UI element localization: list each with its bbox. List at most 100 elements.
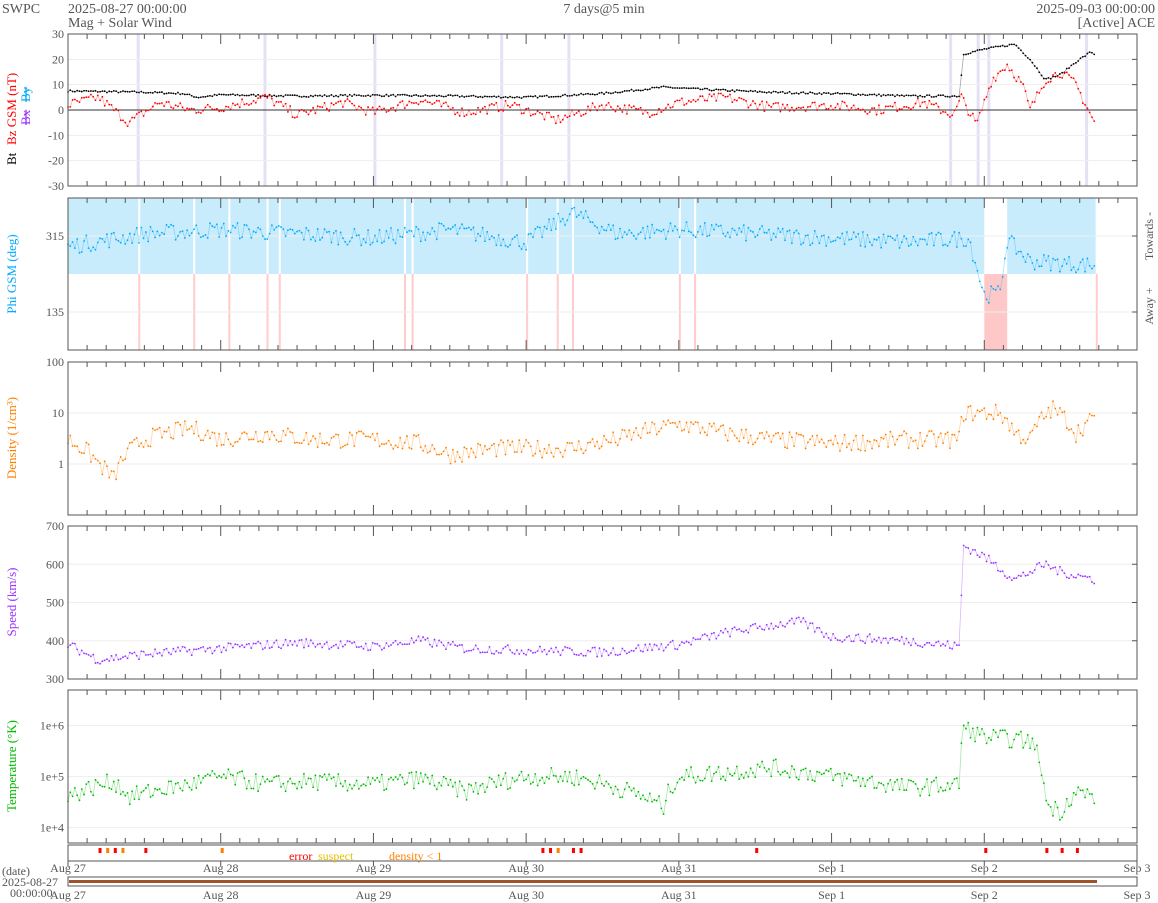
- data-point: [548, 111, 550, 114]
- end-time: 2025-09-03 00:00:00: [1036, 2, 1155, 17]
- data-point: [928, 233, 931, 235]
- data-point: [628, 229, 631, 232]
- data-point: [80, 90, 83, 93]
- data-point: [793, 768, 796, 771]
- data-point: [266, 96, 269, 99]
- data-point: [697, 87, 699, 90]
- data-point: [848, 92, 851, 95]
- data-point: [470, 113, 473, 116]
- data-point: [488, 95, 491, 98]
- data-point: [573, 784, 576, 787]
- data-point: [781, 624, 784, 627]
- data-point: [965, 245, 967, 248]
- data-point: [596, 226, 599, 229]
- data-point: [296, 787, 298, 790]
- data-point: [774, 432, 777, 435]
- data-point: [644, 88, 647, 91]
- data-point: [163, 792, 166, 795]
- data-point: [905, 432, 908, 435]
- data-point: [1004, 729, 1006, 732]
- data-point: [1086, 576, 1089, 578]
- data-point: [662, 813, 665, 816]
- data-point: [786, 92, 789, 94]
- data-point: [926, 106, 928, 109]
- data-point: [1077, 87, 1080, 90]
- data-point: [410, 101, 413, 104]
- data-point: [325, 107, 328, 110]
- data-point: [671, 791, 674, 794]
- data-point: [813, 630, 816, 633]
- data-point: [87, 90, 90, 93]
- data-point: [296, 441, 298, 444]
- data-point: [392, 93, 395, 96]
- data-point: [99, 662, 101, 665]
- data-point: [1013, 237, 1015, 240]
- data-point: [921, 646, 924, 649]
- data-point: [664, 85, 667, 88]
- data-point: [690, 766, 692, 768]
- data-point: [158, 91, 161, 94]
- data-point: [133, 651, 136, 654]
- data-point: [190, 107, 193, 110]
- data-point: [660, 111, 663, 113]
- data-point: [559, 775, 562, 778]
- data-point: [172, 107, 175, 110]
- data-point: [703, 222, 706, 224]
- data-point: [795, 776, 798, 779]
- data-point: [1020, 250, 1022, 253]
- data-point: [538, 779, 541, 782]
- data-point: [527, 441, 530, 444]
- data-point: [648, 643, 651, 646]
- data-point: [839, 108, 841, 110]
- data-point: [664, 238, 667, 240]
- data-point: [78, 451, 81, 453]
- data-point: [587, 649, 589, 652]
- data-point: [124, 794, 127, 797]
- data-point: [937, 790, 940, 793]
- data-point: [850, 107, 853, 109]
- data-point: [616, 788, 619, 791]
- data-point: [628, 651, 631, 654]
- data-point: [1093, 582, 1096, 585]
- data-point: [827, 770, 830, 773]
- data-point: [781, 771, 784, 774]
- data-point: [568, 95, 571, 97]
- data-point: [92, 95, 95, 98]
- data-point: [213, 649, 216, 652]
- data-point: [387, 439, 390, 442]
- data-point: [1026, 734, 1029, 736]
- data-point: [843, 243, 846, 246]
- data-point: [282, 95, 285, 98]
- data-point: [939, 432, 942, 435]
- data-point: [1008, 43, 1011, 46]
- data-point: [1068, 577, 1070, 580]
- data-point: [266, 778, 269, 781]
- data-point: [1020, 442, 1022, 445]
- data-point: [360, 244, 363, 247]
- data-point: [396, 229, 399, 231]
- data-point: [761, 100, 763, 103]
- data-point: [1058, 565, 1061, 568]
- data-point: [362, 108, 365, 111]
- data-point: [724, 95, 727, 98]
- data-point: [763, 628, 766, 631]
- data-point: [681, 776, 683, 779]
- data-point: [951, 235, 954, 237]
- data-point: [188, 234, 191, 237]
- data-point: [445, 446, 447, 449]
- data-point: [926, 94, 928, 97]
- data-point: [653, 86, 656, 89]
- data-point: [935, 95, 938, 98]
- data-point: [435, 238, 438, 241]
- data-point: [1084, 270, 1086, 273]
- data-point: [406, 643, 408, 646]
- data-point: [314, 112, 317, 115]
- data-point: [154, 787, 156, 790]
- data-point: [559, 121, 562, 124]
- data-point: [694, 421, 697, 423]
- data-point: [1065, 67, 1068, 70]
- data-point: [685, 221, 688, 224]
- data-point: [325, 441, 328, 444]
- data-point: [992, 729, 995, 731]
- data-point: [419, 772, 422, 775]
